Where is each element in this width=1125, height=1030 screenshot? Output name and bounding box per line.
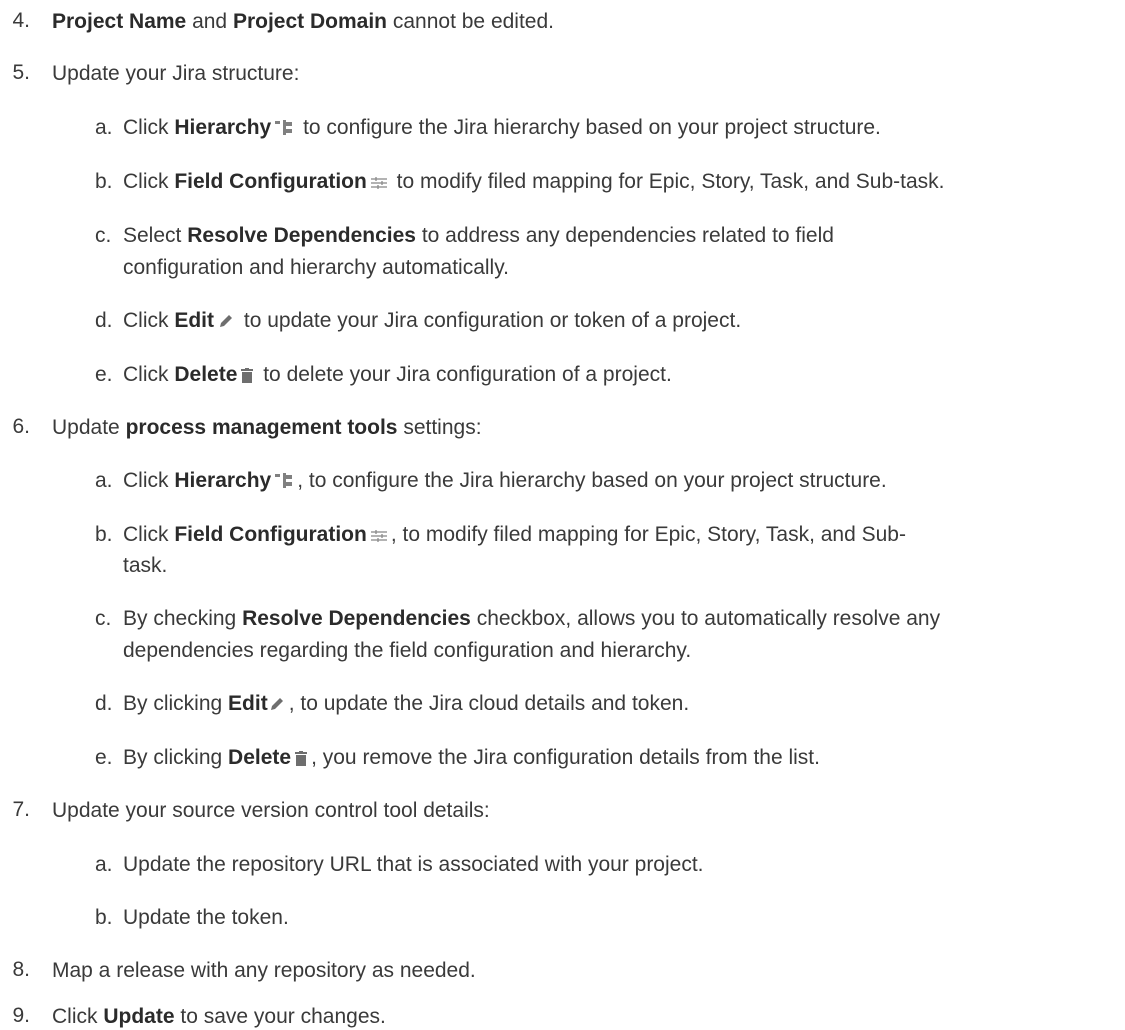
step-5e-text: Click Delete to delete your Jira configu… [123,362,672,388]
trash-icon [241,368,254,383]
step-7-number: 7. [12,798,30,821]
step-5d-pre: Click [123,309,169,332]
step-6-number: 6. [12,415,30,438]
step-4-and: and [192,10,228,33]
step-6-post: settings: [403,416,482,439]
update-label: Update [103,1005,175,1028]
step-7b-label: b. [95,906,113,929]
pencil-icon [269,696,285,712]
step-5b-pre: Click [123,170,169,193]
step-6c-line2: dependencies regarding the field configu… [123,639,692,662]
step-4-rest: cannot be edited. [392,10,554,33]
step-5c-text: Select Resolve Dependencies to address a… [123,223,834,249]
resolve-dependencies-label: Resolve Dependencies [187,224,416,247]
field-configuration-label: Field Configuration [174,523,367,546]
step-6d-text: By clicking Edit , to update the Jira clo… [123,691,689,717]
step-6e-text: By clicking Delete , you remove the Jira … [123,745,820,771]
process-management-tools-label: process management tools [125,416,398,439]
step-5-text: Update your Jira structure: [52,62,300,85]
step-5e-post: to delete your Jira configuration of a p… [263,363,672,386]
step-8-number: 8. [12,958,30,981]
hierarchy-icon [275,473,293,489]
step-6e-label: e. [95,746,113,769]
step-5d-post: to update your Jira configuration or tok… [243,309,742,332]
trash-icon [295,751,308,766]
step-9-text: Click Update to save your changes. [52,1004,386,1030]
step-6-text: Update process management tools settings… [52,415,482,441]
step-5d-text: Click Edit to update your Jira configura… [123,308,741,334]
step-6c-text: By checking Resolve Dependencies checkbo… [123,606,940,632]
delete-label: Delete [174,363,238,386]
step-5b-post: to modify filed mapping for Epic, Story,… [396,170,945,193]
step-6a-pre: Click [123,469,169,492]
step-6d-label: d. [95,692,113,715]
step-4-text: Project Name and Project Domain cannot b… [52,9,554,35]
step-9-number: 9. [12,1004,30,1027]
edit-label: Edit [228,692,268,715]
delete-label: Delete [228,746,292,769]
project-name-label: Project Name [52,10,187,33]
step-8-text: Map a release with any repository as nee… [52,959,476,982]
step-5a-label: a. [95,116,113,139]
step-5-number: 5. [12,61,30,84]
step-5e-label: e. [95,363,113,386]
step-9-pre: Click [52,1005,98,1028]
step-5a-text: Click Hierarchy to configure the Jira hi… [123,115,881,141]
step-6b-pre: Click [123,523,169,546]
step-5c-post: to address any dependencies related to f… [421,224,834,247]
project-domain-label: Project Domain [232,10,388,33]
step-6b-text: Click Field Configuration , to modify fil… [123,522,906,548]
step-5b-text: Click Field Configuration to modify file… [123,169,945,195]
field-configuration-icon [370,176,387,190]
step-6b-line2: task. [123,554,168,577]
step-7b-text: Update the token. [123,906,289,929]
step-4-number: 4. [12,9,30,32]
step-7-text: Update your source version control tool … [52,799,490,822]
step-6c-label: c. [95,607,112,630]
step-5a-post: to configure the Jira hierarchy based on… [303,116,881,139]
step-6a-text: Click Hierarchy , to configure the Jira h… [123,468,887,494]
field-configuration-label: Field Configuration [174,170,367,193]
step-6b-label: b. [95,523,113,546]
step-5a-pre: Click [123,116,169,139]
hierarchy-icon [275,120,293,136]
step-6c-pre: By checking [123,607,237,630]
step-5e-pre: Click [123,363,169,386]
step-5c-label: c. [95,224,112,247]
step-5b-label: b. [95,170,113,193]
hierarchy-label: Hierarchy [174,469,272,492]
step-5c-line2: configuration and hierarchy automaticall… [123,256,509,279]
field-configuration-icon [370,529,387,543]
resolve-dependencies-label: Resolve Dependencies [242,607,471,630]
hierarchy-label: Hierarchy [174,116,272,139]
step-5d-label: d. [95,309,113,332]
step-6c-post: checkbox, allows you to automatically re… [476,607,941,630]
step-6d-pre: By clicking [123,692,223,715]
step-6-pre: Update [52,416,120,439]
step-5c-pre: Select [123,224,182,247]
step-6b-post: , to modify filed mapping for Epic, Stor… [390,523,906,546]
step-7a-text: Update the repository URL that is associ… [123,853,704,876]
step-6a-post: , to configure the Jira hierarchy based … [297,469,887,492]
step-7a-label: a. [95,853,113,876]
step-9-post: to save your changes. [180,1005,386,1028]
step-6a-label: a. [95,469,113,492]
step-6e-post: , you remove the Jira configuration deta… [311,746,820,769]
edit-label: Edit [174,309,215,332]
step-6d-post: , to update the Jira cloud details and t… [288,692,690,715]
step-6e-pre: By clicking [123,746,223,769]
pencil-icon [218,313,234,329]
